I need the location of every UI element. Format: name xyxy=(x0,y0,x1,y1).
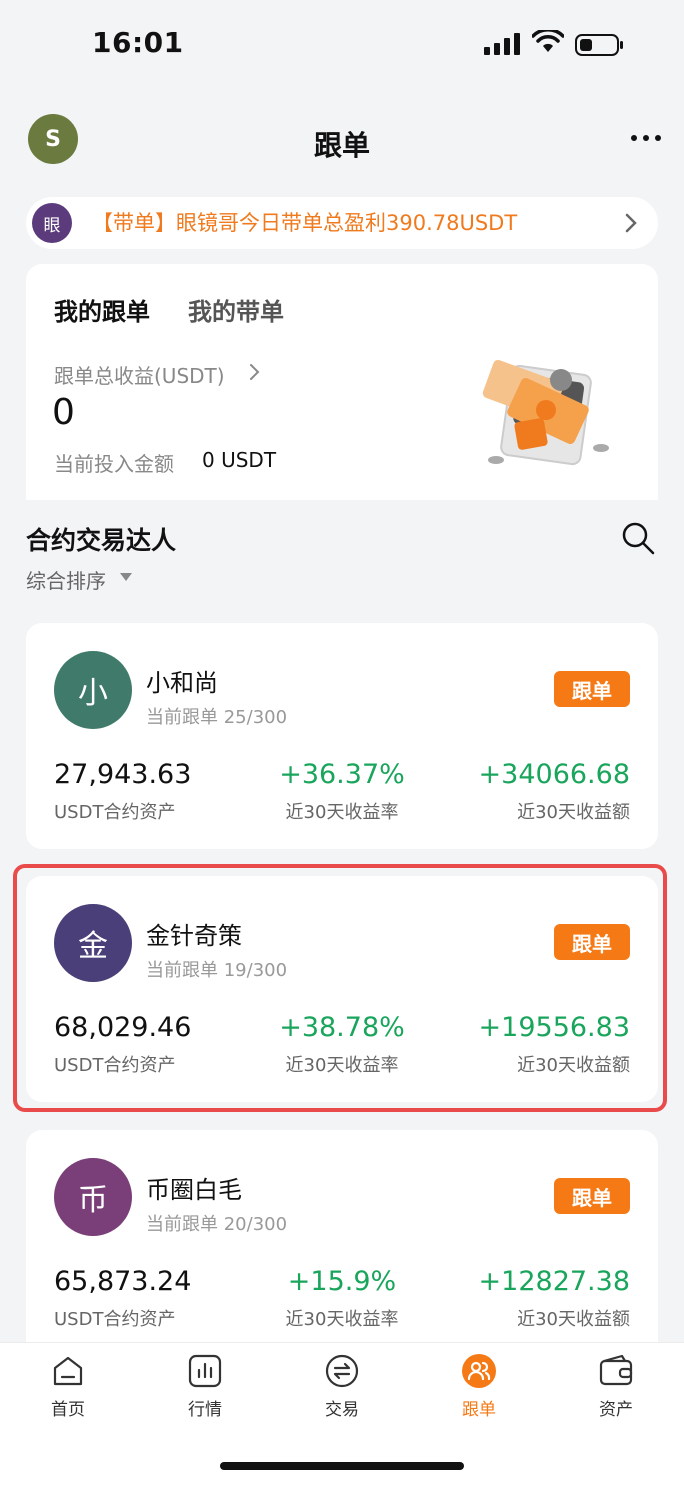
nav-label: 交易 xyxy=(325,1400,359,1420)
sort-dropdown[interactable]: 综合排序 xyxy=(26,565,106,594)
nav-home[interactable]: 首页 xyxy=(0,1343,136,1435)
wallet-icon xyxy=(599,1354,633,1386)
nav-market[interactable]: 行情 xyxy=(137,1343,273,1435)
signal-icon xyxy=(484,33,520,55)
page-title: 跟单 xyxy=(313,129,370,162)
trader-asset-label: USDT合约资产 xyxy=(54,1309,176,1330)
home-icon xyxy=(53,1356,83,1386)
follow-button[interactable]: 跟单 xyxy=(554,1178,630,1214)
trader-avatar: 小 xyxy=(54,651,132,729)
trader-asset: 65,873.24 xyxy=(54,1266,192,1297)
money-illustration xyxy=(482,359,609,466)
battery-icon xyxy=(575,34,623,56)
section-title: 合约交易达人 xyxy=(26,526,177,555)
nav-assets[interactable]: 资产 xyxy=(548,1343,684,1435)
trader-name: 小和尚 xyxy=(146,669,218,697)
search-icon[interactable] xyxy=(620,520,656,556)
trader-amount: +34066.68 xyxy=(478,759,630,790)
status-time: 16:01 xyxy=(92,26,184,59)
trader-follow-count: 当前跟单 25/300 xyxy=(146,707,288,728)
nav-follow[interactable]: 跟单 xyxy=(411,1343,547,1435)
caret-down-icon[interactable] xyxy=(119,572,133,582)
highlight-box xyxy=(13,864,667,1112)
notice-text: 【带单】眼镜哥今日带单总盈利390.78USDT xyxy=(92,211,518,235)
tab-my-lead[interactable]: 我的带单 xyxy=(188,292,284,327)
home-indicator xyxy=(220,1462,464,1470)
trader-rate-label: 近30天收益率 xyxy=(285,1309,399,1330)
nav-label: 资产 xyxy=(599,1400,633,1420)
chevron-right-icon xyxy=(625,213,637,233)
notice-avatar: 眼 xyxy=(32,203,72,243)
follow-icon xyxy=(462,1354,496,1388)
announcement-bar[interactable]: 眼 【带单】眼镜哥今日带单总盈利390.78USDT xyxy=(26,197,658,249)
chart-icon xyxy=(188,1354,222,1388)
nav-trade[interactable]: 交易 xyxy=(274,1343,410,1435)
trader-rate-label: 近30天收益率 xyxy=(285,802,399,823)
follow-button[interactable]: 跟单 xyxy=(554,671,630,707)
trader-amount-label: 近30天收益额 xyxy=(517,802,630,823)
invest-value: 0 USDT xyxy=(202,448,277,472)
chevron-right-icon[interactable] xyxy=(248,362,262,382)
trader-name: 币圈白毛 xyxy=(146,1176,242,1204)
earnings-value: 0 xyxy=(52,392,75,433)
tab-my-follow[interactable]: 我的跟单 xyxy=(54,292,150,327)
trader-asset: 27,943.63 xyxy=(54,759,192,790)
trader-amount: +12827.38 xyxy=(478,1266,630,1297)
nav-label: 行情 xyxy=(188,1400,222,1420)
trader-follow-count: 当前跟单 20/300 xyxy=(146,1214,288,1235)
trader-rate: +15.9% xyxy=(287,1266,397,1297)
trader-amount-label: 近30天收益额 xyxy=(517,1309,630,1330)
trader-card[interactable]: 小 小和尚 当前跟单 25/300 跟单 27,943.63 USDT合约资产 … xyxy=(26,623,658,849)
nav-label: 跟单 xyxy=(462,1400,496,1420)
swap-icon xyxy=(325,1354,359,1388)
invest-label: 当前投入金额 xyxy=(54,452,174,476)
wifi-icon xyxy=(532,30,564,52)
trader-avatar: 币 xyxy=(54,1158,132,1236)
earnings-label[interactable]: 跟单总收益(USDT) xyxy=(54,360,225,389)
more-icon[interactable] xyxy=(630,130,662,146)
trader-asset-label: USDT合约资产 xyxy=(54,802,176,823)
nav-label: 首页 xyxy=(51,1400,85,1420)
trader-rate: +36.37% xyxy=(279,759,405,790)
trader-card[interactable]: 币 币圈白毛 当前跟单 20/300 跟单 65,873.24 USDT合约资产… xyxy=(26,1130,658,1356)
my-follow-card: 我的跟单 我的带单 跟单总收益(USDT) 0 当前投入金额 0 USDT xyxy=(26,264,658,500)
